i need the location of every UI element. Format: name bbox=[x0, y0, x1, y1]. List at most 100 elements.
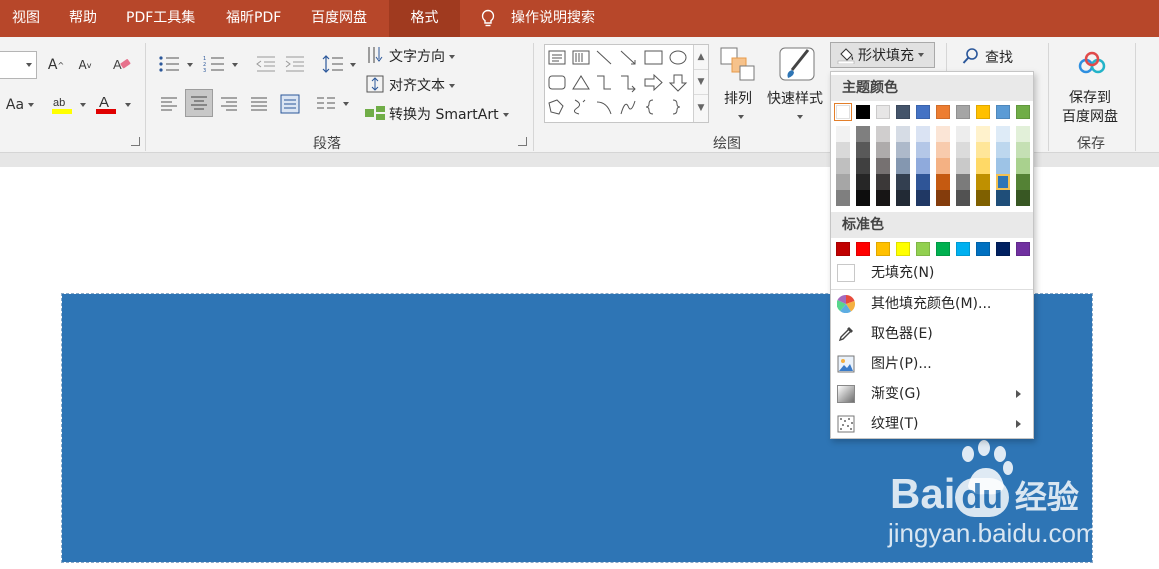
theme-shade-swatch[interactable] bbox=[856, 174, 870, 190]
highlight-color-icon[interactable]: ab bbox=[50, 92, 74, 116]
chevron-down-icon[interactable] bbox=[80, 103, 86, 107]
theme-shade-swatch[interactable] bbox=[956, 190, 970, 206]
text-direction-icon[interactable] bbox=[366, 45, 384, 65]
tab-baidu-netdisk[interactable]: 百度网盘 bbox=[311, 0, 367, 37]
line-spacing-icon[interactable] bbox=[322, 54, 344, 74]
theme-shade-swatch[interactable] bbox=[976, 126, 990, 142]
chevron-down-icon[interactable] bbox=[125, 103, 131, 107]
distributed-align-icon[interactable] bbox=[280, 94, 300, 114]
theme-shade-swatch[interactable] bbox=[916, 158, 930, 174]
font-color-icon[interactable]: A bbox=[94, 92, 118, 116]
theme-shade-swatch[interactable] bbox=[996, 174, 1010, 190]
more-fill-colors-item[interactable]: 其他填充颜色(M)... bbox=[831, 289, 1033, 319]
paragraph-dialog-launcher[interactable] bbox=[518, 137, 527, 146]
tab-format[interactable]: 格式 bbox=[389, 0, 460, 37]
standard-color-swatch[interactable] bbox=[956, 242, 970, 256]
theme-shade-swatch[interactable] bbox=[856, 142, 870, 158]
save-to-netdisk-line2[interactable]: 百度网盘 bbox=[1062, 106, 1118, 126]
change-case-button[interactable]: Aa bbox=[0, 93, 40, 117]
theme-shade-swatch[interactable] bbox=[956, 142, 970, 158]
standard-color-swatch[interactable] bbox=[936, 242, 950, 256]
align-left-icon[interactable] bbox=[160, 96, 178, 112]
shapes-gallery[interactable]: ▲ ▼ ▼ bbox=[544, 44, 709, 123]
tab-view[interactable]: 视图 bbox=[12, 0, 40, 37]
columns-icon[interactable] bbox=[316, 95, 336, 113]
chevron-down-icon[interactable] bbox=[187, 63, 193, 67]
theme-color-swatch[interactable] bbox=[976, 105, 990, 119]
theme-shade-swatch[interactable] bbox=[936, 142, 950, 158]
align-right-icon[interactable] bbox=[220, 96, 238, 112]
theme-shade-swatch[interactable] bbox=[836, 174, 850, 190]
quick-styles-icon[interactable] bbox=[778, 46, 818, 84]
theme-shade-swatch[interactable] bbox=[836, 126, 850, 142]
align-center-button[interactable] bbox=[185, 89, 213, 117]
standard-color-swatch[interactable] bbox=[896, 242, 910, 256]
theme-color-swatch[interactable] bbox=[916, 105, 930, 119]
theme-shade-swatch[interactable] bbox=[896, 142, 910, 158]
theme-shade-swatch[interactable] bbox=[936, 174, 950, 190]
theme-shade-swatch[interactable] bbox=[876, 158, 890, 174]
tell-me-search[interactable]: 操作说明搜索 bbox=[511, 0, 595, 37]
decrease-indent-icon[interactable] bbox=[256, 55, 276, 73]
gradient-fill-item[interactable]: 渐变(G) bbox=[831, 379, 1033, 409]
theme-shade-swatch[interactable] bbox=[976, 158, 990, 174]
gallery-more[interactable]: ▼ bbox=[694, 95, 708, 120]
theme-color-swatch[interactable] bbox=[936, 105, 950, 119]
theme-shade-swatch[interactable] bbox=[956, 158, 970, 174]
picture-fill-item[interactable]: 图片(P)... bbox=[831, 349, 1033, 379]
theme-shade-swatch[interactable] bbox=[1016, 158, 1030, 174]
clear-formatting-icon[interactable]: A bbox=[112, 54, 132, 74]
theme-color-swatch[interactable] bbox=[1016, 105, 1030, 119]
theme-color-swatch[interactable] bbox=[876, 105, 890, 119]
standard-color-swatch[interactable] bbox=[836, 242, 850, 256]
align-text-button[interactable]: 对齐文本 bbox=[389, 75, 455, 95]
chevron-down-icon[interactable] bbox=[343, 102, 349, 106]
gallery-scroll[interactable]: ▲ ▼ ▼ bbox=[693, 45, 708, 122]
theme-shade-swatch[interactable] bbox=[856, 190, 870, 206]
theme-shade-swatch[interactable] bbox=[1016, 190, 1030, 206]
theme-shade-swatch[interactable] bbox=[896, 158, 910, 174]
save-to-netdisk-line1[interactable]: 保存到 bbox=[1069, 87, 1111, 107]
theme-shade-swatch[interactable] bbox=[976, 190, 990, 206]
theme-shade-swatch[interactable] bbox=[936, 126, 950, 142]
standard-color-swatch[interactable] bbox=[856, 242, 870, 256]
theme-shade-swatch[interactable] bbox=[996, 126, 1010, 142]
theme-shade-swatch[interactable] bbox=[836, 142, 850, 158]
quick-styles-button[interactable]: 快速样式 bbox=[767, 88, 823, 108]
arrange-icon[interactable] bbox=[720, 46, 756, 82]
theme-shade-swatch[interactable] bbox=[876, 190, 890, 206]
theme-color-swatch[interactable] bbox=[996, 105, 1010, 119]
theme-shade-swatch[interactable] bbox=[1016, 126, 1030, 142]
font-dialog-launcher[interactable] bbox=[131, 137, 140, 146]
justify-icon[interactable] bbox=[250, 96, 268, 112]
standard-color-swatch[interactable] bbox=[996, 242, 1010, 256]
texture-fill-item[interactable]: 纹理(T) bbox=[831, 409, 1033, 439]
lightbulb-icon[interactable] bbox=[480, 9, 496, 29]
shape-fill-button[interactable]: 形状填充 bbox=[830, 42, 935, 68]
theme-color-swatch[interactable] bbox=[896, 105, 910, 119]
theme-shade-swatch[interactable] bbox=[976, 142, 990, 158]
theme-shade-swatch[interactable] bbox=[956, 126, 970, 142]
theme-shade-swatch[interactable] bbox=[1016, 142, 1030, 158]
decrease-font-size-button[interactable]: Av bbox=[75, 53, 95, 77]
gallery-scroll-up[interactable]: ▲ bbox=[694, 45, 708, 70]
theme-shade-swatch[interactable] bbox=[956, 174, 970, 190]
chevron-down-icon[interactable] bbox=[738, 115, 744, 119]
arrange-button[interactable]: 排列 bbox=[724, 88, 752, 108]
font-size-box[interactable] bbox=[0, 51, 37, 79]
tab-pdf-tools[interactable]: PDF工具集 bbox=[126, 0, 195, 37]
search-icon[interactable] bbox=[962, 47, 980, 65]
theme-shade-swatch[interactable] bbox=[976, 174, 990, 190]
smartart-icon[interactable] bbox=[364, 104, 386, 122]
standard-color-swatch[interactable] bbox=[876, 242, 890, 256]
increase-indent-icon[interactable] bbox=[285, 55, 305, 73]
theme-shade-swatch[interactable] bbox=[856, 126, 870, 142]
theme-shade-swatch[interactable] bbox=[836, 158, 850, 174]
convert-smartart-button[interactable]: 转换为 SmartArt bbox=[389, 104, 509, 124]
theme-shade-swatch[interactable] bbox=[896, 190, 910, 206]
no-fill-item[interactable]: 无填充(N) bbox=[831, 258, 1033, 288]
theme-shade-swatch[interactable] bbox=[876, 142, 890, 158]
theme-shade-swatch[interactable] bbox=[996, 158, 1010, 174]
theme-shade-swatch[interactable] bbox=[896, 126, 910, 142]
theme-shade-swatch[interactable] bbox=[836, 190, 850, 206]
